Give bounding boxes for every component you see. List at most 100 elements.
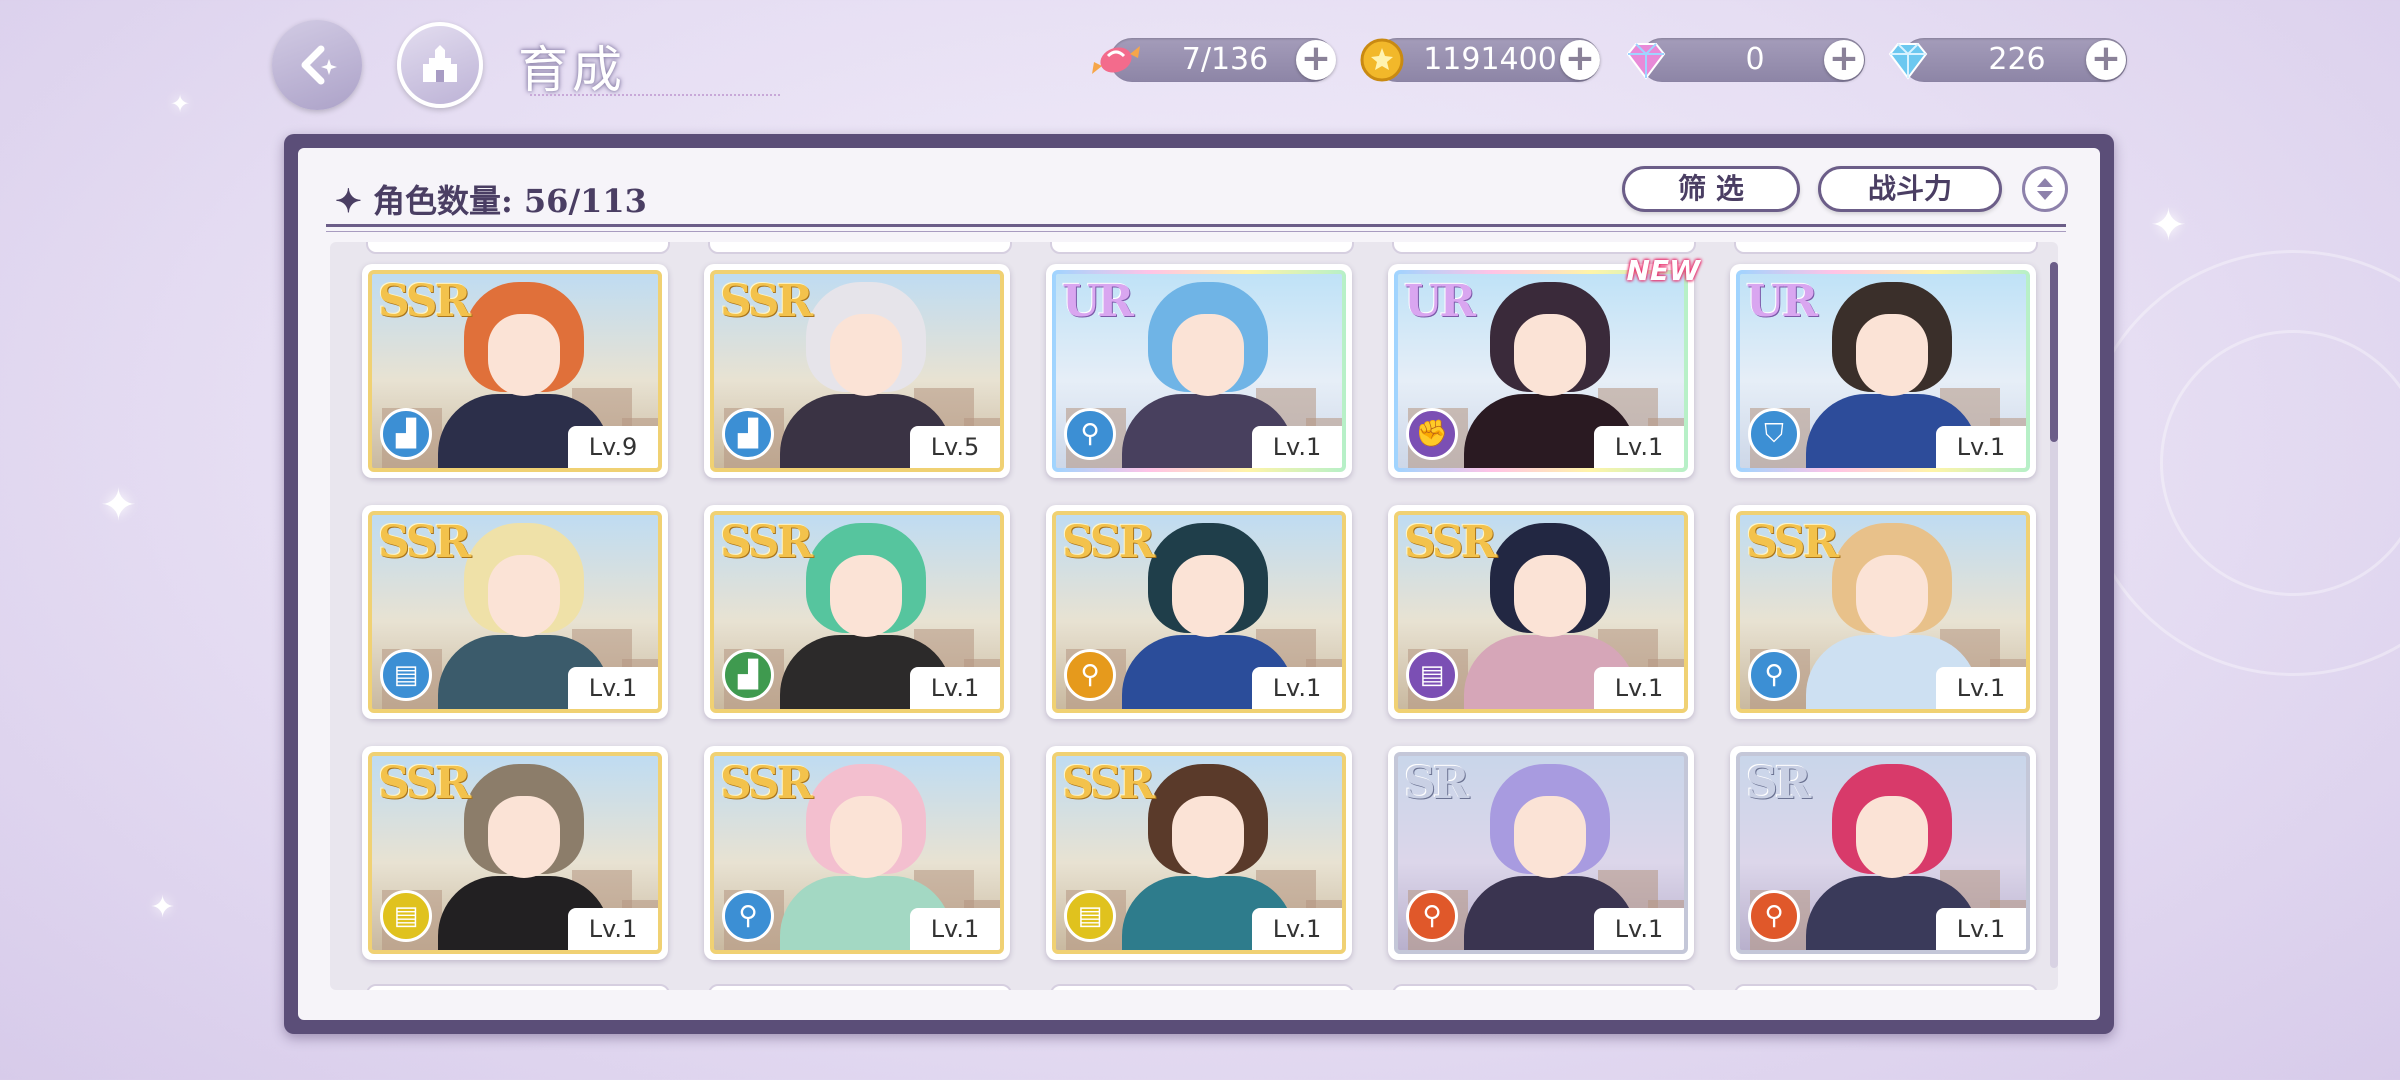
level-label: Lv.1	[910, 908, 1000, 950]
candy-value: 7/136	[1181, 42, 1269, 77]
coin-add-button[interactable]: +	[1560, 40, 1600, 80]
shield-role-icon: ⛉	[1748, 408, 1800, 460]
boot-role-icon: ▟	[722, 649, 774, 701]
previous-row-card	[1050, 242, 1354, 254]
character-face	[1856, 555, 1928, 637]
character-card[interactable]: UR ✊ Lv.1 NEW	[1388, 254, 1700, 478]
new-badge: NEW	[1626, 254, 1700, 287]
rarity-label: SSR	[720, 758, 813, 809]
diamond-icon	[1888, 43, 1928, 80]
level-label: Lv.1	[1252, 667, 1342, 709]
sparkle-icon: ✦	[2150, 200, 2187, 251]
level-label: Lv.1	[1936, 426, 2026, 468]
level-label: Lv.9	[568, 426, 658, 468]
character-face	[1514, 796, 1586, 878]
level-label: Lv.1	[1594, 908, 1684, 950]
next-row-card	[1734, 984, 2038, 990]
previous-row-card	[1734, 242, 2038, 254]
book-role-icon: ▤	[1064, 890, 1116, 942]
character-portrait: SSR ▤ Lv.1	[368, 752, 662, 954]
character-card[interactable]: SSR ⚲ Lv.1	[1730, 505, 2036, 719]
sort-order-button[interactable]	[2022, 166, 2068, 212]
character-grid[interactable]: SSR ▟ Lv.9 SSR ▟ Lv.5 UR ⚲ Lv.1 UR ✊ Lv.1 NEW UR ⛉ Lv.1…	[330, 242, 2058, 990]
character-face	[1856, 314, 1928, 396]
level-label: Lv.1	[1252, 908, 1342, 950]
diamond-add-button[interactable]: +	[2086, 40, 2126, 80]
character-card[interactable]: SSR ▟ Lv.1	[704, 505, 1010, 719]
character-portrait: SSR ▟ Lv.1	[710, 511, 1004, 713]
level-label: Lv.1	[568, 908, 658, 950]
level-label: Lv.1	[1936, 667, 2026, 709]
rarity-label: SSR	[378, 276, 471, 327]
rarity-label: SSR	[720, 276, 813, 327]
character-card[interactable]: UR ⚲ Lv.1	[1046, 264, 1352, 478]
character-card[interactable]: SSR ▤ Lv.1	[1388, 505, 1694, 719]
lamp-role-icon: ⚲	[1748, 890, 1800, 942]
level-label: Lv.1	[910, 667, 1000, 709]
previous-row-card	[708, 242, 1012, 254]
lamp-role-icon: ⚲	[1748, 649, 1800, 701]
next-row-card	[366, 984, 670, 990]
character-portrait: UR ✊ Lv.1	[1394, 270, 1688, 472]
rarity-label: SSR	[378, 517, 471, 568]
sort-arrows-icon	[2037, 178, 2053, 200]
character-portrait: UR ⛉ Lv.1	[1736, 270, 2030, 472]
character-portrait: SSR ▤ Lv.1	[1052, 752, 1346, 954]
rainbow-gem-icon	[1626, 43, 1666, 80]
rarity-label: UR	[1404, 276, 1476, 327]
home-button[interactable]	[397, 22, 483, 108]
diamond-value: 226	[1988, 42, 2046, 77]
character-face	[1856, 796, 1928, 878]
coin-icon	[1360, 38, 1404, 82]
level-label: Lv.1	[1252, 426, 1342, 468]
character-portrait: SSR ⚲ Lv.1	[1052, 511, 1346, 713]
character-card[interactable]: SR ⚲ Lv.1	[1388, 746, 1694, 960]
character-face	[488, 796, 560, 878]
character-card[interactable]: SSR ▤ Lv.1	[362, 505, 668, 719]
next-row-card	[708, 984, 1012, 990]
character-card[interactable]: SSR ▟ Lv.9	[362, 264, 668, 478]
lamp-role-icon: ⚲	[1064, 649, 1116, 701]
character-face	[830, 314, 902, 396]
character-count: ✦ 角色数量: 56/113	[335, 176, 647, 222]
character-card[interactable]: SSR ▤ Lv.1	[1046, 746, 1352, 960]
character-card[interactable]: UR ⛉ Lv.1	[1730, 264, 2036, 478]
next-row-card	[1050, 984, 1354, 990]
character-count-text: 角色数量: 56/113	[372, 182, 647, 220]
filter-button[interactable]: 筛 选	[1622, 166, 1800, 212]
rainbow-gem-add-button[interactable]: +	[1824, 40, 1864, 80]
candy-add-button[interactable]: +	[1296, 40, 1336, 80]
character-face	[1172, 555, 1244, 637]
character-face	[1172, 314, 1244, 396]
back-button[interactable]	[272, 20, 362, 110]
lamp-role-icon: ⚲	[1064, 408, 1116, 460]
grid-scrollbar-thumb[interactable]	[2050, 262, 2058, 442]
rarity-label: SSR	[1062, 517, 1155, 568]
character-portrait: SSR ⚲ Lv.1	[710, 752, 1004, 954]
lamp-role-icon: ⚲	[1406, 890, 1458, 942]
rainbow-gem-value: 0	[1745, 42, 1765, 77]
character-card[interactable]: SSR ▟ Lv.5	[704, 264, 1010, 478]
castle-icon	[423, 45, 457, 82]
sort-combat-power-button[interactable]: 战斗力	[1818, 166, 2002, 212]
rarity-label: UR	[1746, 276, 1818, 327]
sparkle-icon: ✦	[100, 480, 137, 531]
lamp-role-icon: ⚲	[722, 890, 774, 942]
character-card[interactable]: SSR ▤ Lv.1	[362, 746, 668, 960]
character-portrait: SSR ▟ Lv.9	[368, 270, 662, 472]
sparkle-icon: ✦	[150, 890, 176, 925]
previous-row-card	[1392, 242, 1696, 254]
rarity-label: UR	[1062, 276, 1134, 327]
character-face	[488, 555, 560, 637]
back-arrow-icon	[301, 45, 337, 85]
character-portrait: UR ⚲ Lv.1	[1052, 270, 1346, 472]
character-face	[1514, 314, 1586, 396]
character-card[interactable]: SR ⚲ Lv.1	[1730, 746, 2036, 960]
character-portrait: SSR ▟ Lv.5	[710, 270, 1004, 472]
boot-role-icon: ▟	[722, 408, 774, 460]
next-row-card	[1392, 984, 1696, 990]
level-label: Lv.1	[1594, 667, 1684, 709]
character-card[interactable]: SSR ⚲ Lv.1	[704, 746, 1010, 960]
rarity-label: SSR	[378, 758, 471, 809]
character-card[interactable]: SSR ⚲ Lv.1	[1046, 505, 1352, 719]
